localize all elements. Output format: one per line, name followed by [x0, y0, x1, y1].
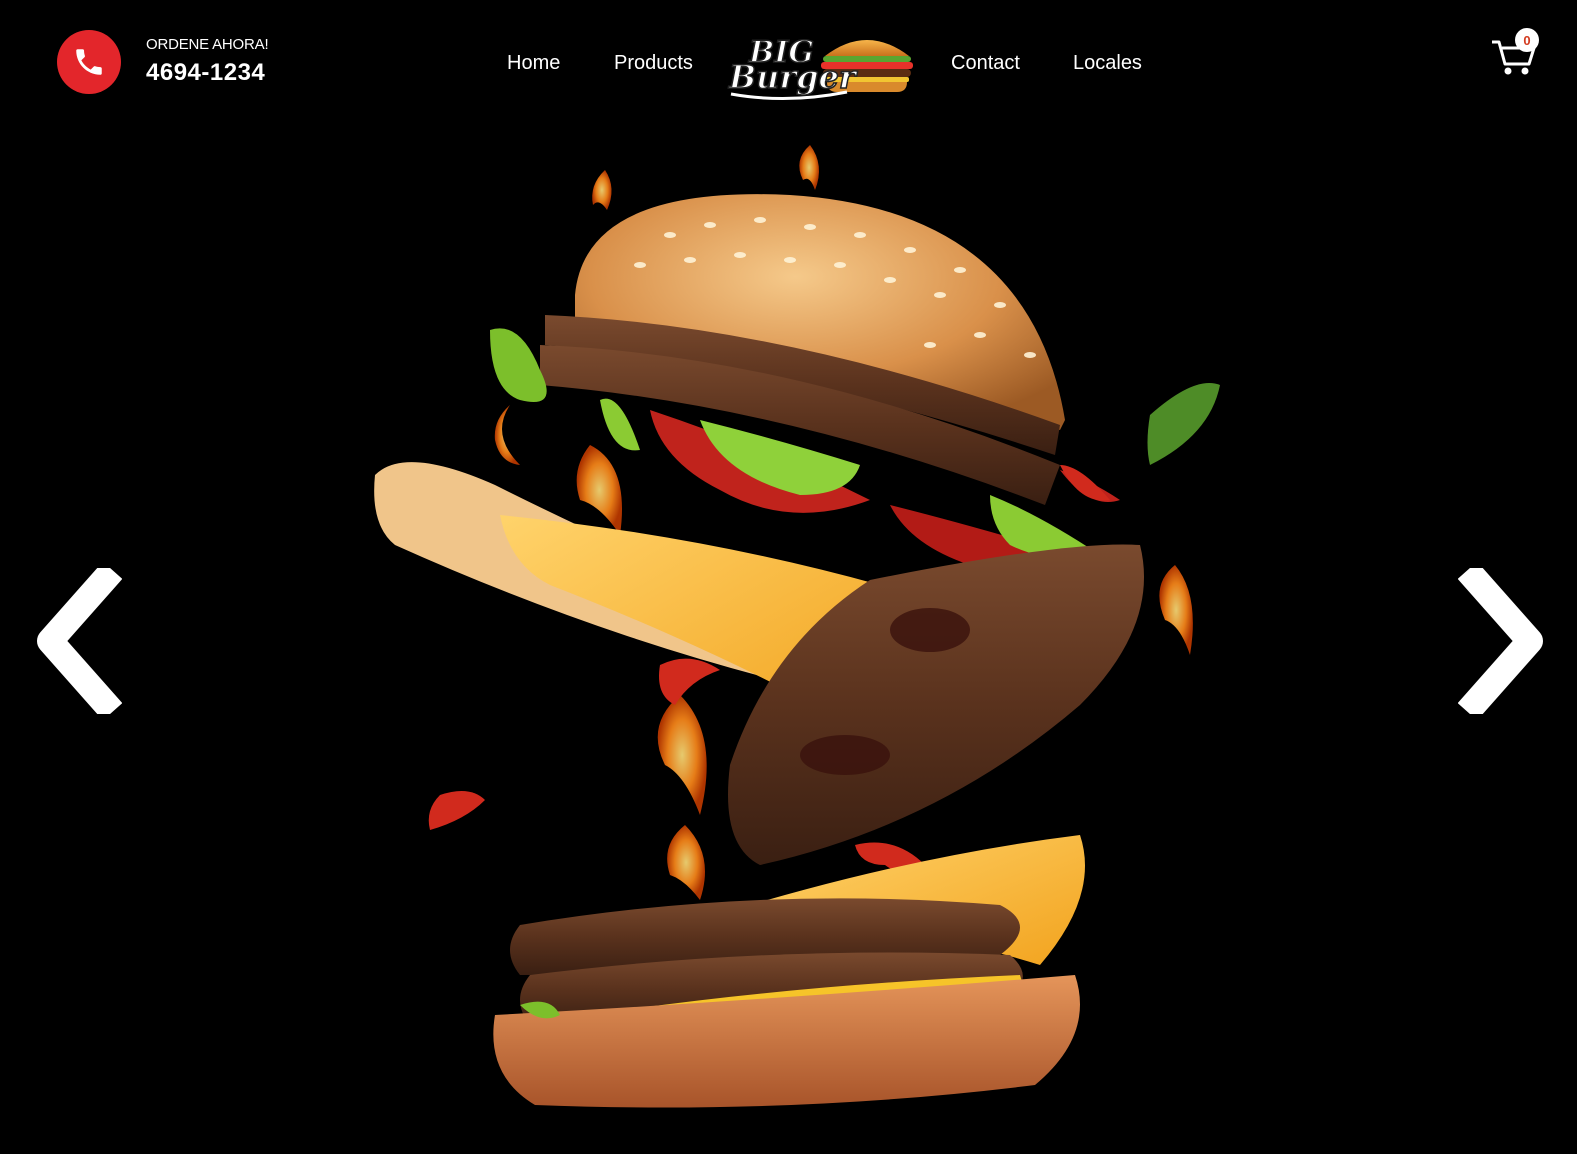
order-now-block: ORDENE AHORA! 4694-1234	[146, 36, 269, 87]
slider-next-button[interactable]	[1458, 568, 1554, 714]
phone-icon	[76, 49, 102, 75]
logo-text-burger: Burger	[728, 58, 858, 96]
phone-call-button[interactable]	[57, 30, 121, 94]
slider-prev-button[interactable]	[26, 568, 122, 714]
cart-count-badge: 0	[1515, 28, 1539, 52]
exploding-burger-image	[374, 145, 1220, 1108]
big-burger-logo[interactable]: BIG Burger	[727, 22, 917, 104]
nav-products[interactable]: Products	[614, 52, 693, 75]
nav-home[interactable]: Home	[507, 52, 560, 75]
nav-locales[interactable]: Locales	[1073, 52, 1142, 75]
order-now-label: ORDENE AHORA!	[146, 36, 269, 53]
phone-number[interactable]: 4694-1234	[146, 59, 268, 87]
chevron-right-icon	[1458, 568, 1543, 714]
chevron-left-icon	[37, 568, 122, 714]
site-header: ORDENE AHORA! 4694-1234 Home Products BI…	[0, 0, 1577, 130]
nav-contact[interactable]: Contact	[951, 52, 1020, 75]
